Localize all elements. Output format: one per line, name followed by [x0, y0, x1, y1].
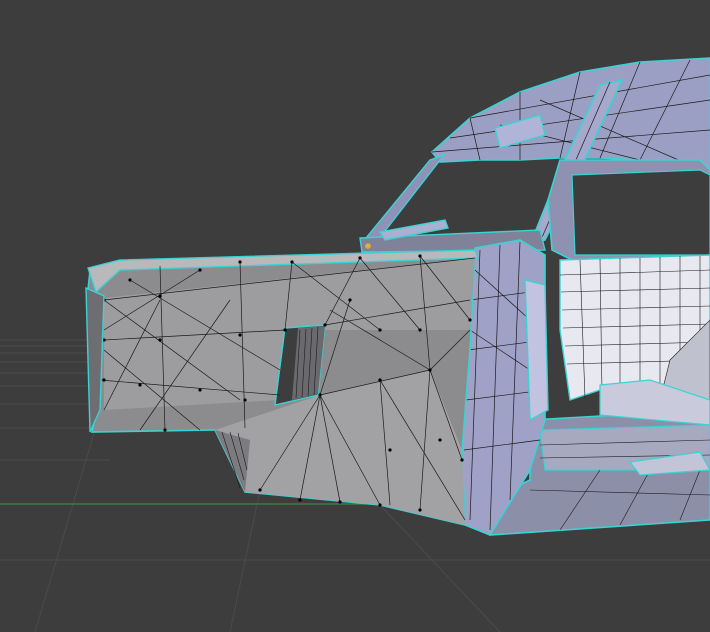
windshield-frame[interactable] [359, 153, 546, 253]
door-frame[interactable] [547, 159, 710, 261]
3d-viewport[interactable] [0, 0, 710, 632]
front-bumper[interactable] [87, 249, 479, 527]
active-vertex [365, 243, 371, 249]
interior-seat[interactable] [559, 254, 710, 401]
viewport-canvas[interactable] [0, 0, 710, 632]
